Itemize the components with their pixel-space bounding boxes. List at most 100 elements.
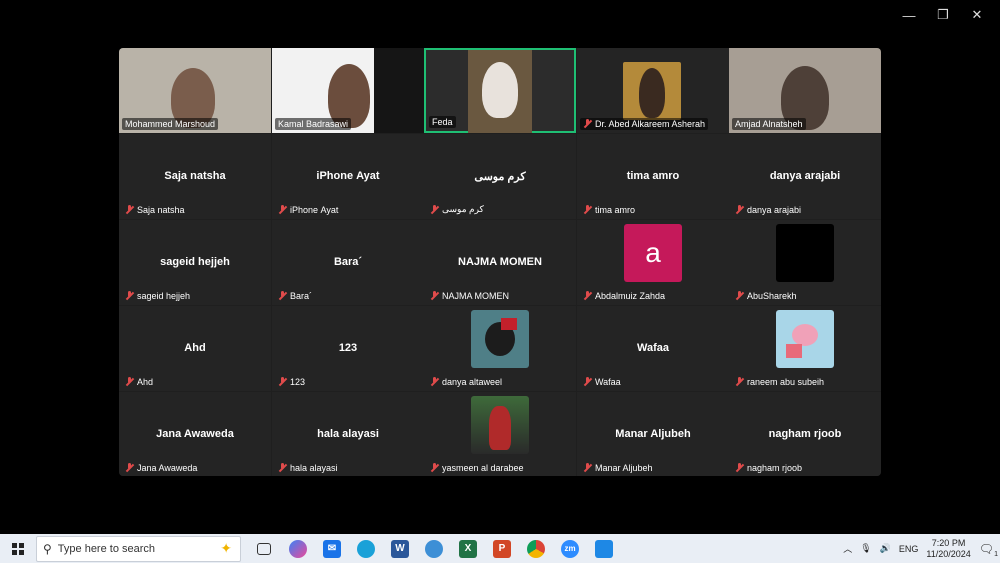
copilot-icon[interactable] — [283, 536, 313, 562]
participant-name-tag: yasmeen al darabee — [427, 462, 527, 474]
photos-icon[interactable] — [419, 536, 449, 562]
participant-display-name: Jana Awaweda — [119, 428, 271, 440]
participant-name-tag: hala alayasi — [275, 462, 341, 474]
taskbar: ⚲ Type here to search ✦ ✉ W X P zm ︿ 🎙 🔊… — [0, 534, 1000, 563]
zoom-icon[interactable]: zm — [555, 536, 585, 562]
mic-muted-icon — [125, 463, 134, 473]
taskbar-search[interactable]: ⚲ Type here to search ✦ — [36, 536, 241, 562]
clock[interactable]: 7:20 PM 11/20/2024 — [926, 538, 970, 560]
sparkle-icon: ✦ — [220, 540, 232, 557]
mic-muted-icon — [583, 119, 592, 129]
participant-tile[interactable]: Manar Aljubeh Manar Aljubeh — [577, 392, 729, 476]
taskbar-apps: ✉ W X P zm — [249, 536, 619, 562]
minimize-button[interactable]: — — [892, 4, 926, 26]
participant-tile[interactable]: tima amro tima amro — [577, 134, 729, 219]
participant-tile[interactable]: sageid hejjeh sageid hejjeh — [119, 220, 271, 305]
gallery-view: Mohammed Marshoud Kamal Badrasawi Feda D… — [119, 48, 881, 476]
participant-name-tag: NAJMA MOMEN — [427, 290, 512, 302]
task-view-icon[interactable] — [249, 536, 279, 562]
mic-muted-icon — [735, 205, 744, 215]
participant-name-tag: raneem abu subeih — [732, 376, 827, 388]
participant-tile[interactable]: hala alayasi hala alayasi — [272, 392, 424, 476]
participant-name-tag: AbuSharekh — [732, 290, 800, 302]
chrome-icon[interactable] — [521, 536, 551, 562]
participant-tile[interactable]: AbuSharekh — [729, 220, 881, 305]
participant-name-tag: Bara´ — [275, 290, 315, 302]
video-tile[interactable]: Amjad Alnatsheh — [729, 48, 881, 133]
participant-name-tag: Dr. Abed Alkareem Asherah — [580, 118, 708, 130]
video-tile[interactable]: Kamal Badrasawi — [272, 48, 424, 133]
close-button[interactable]: ✕ — [960, 4, 994, 26]
mic-muted-icon — [278, 205, 287, 215]
participant-name-tag: Wafaa — [580, 376, 624, 388]
word-icon[interactable]: W — [385, 536, 415, 562]
mic-muted-icon — [430, 291, 439, 301]
participant-display-name: Saja natsha — [119, 170, 271, 182]
speaker-icon[interactable]: 🔊 — [880, 543, 891, 554]
mic-muted-icon — [583, 291, 592, 301]
mic-muted-icon — [583, 205, 592, 215]
participant-name-tag: danya altaweel — [427, 376, 505, 388]
window-controls: — ❐ ✕ — [892, 4, 994, 26]
participant-name-tag: sageid hejjeh — [122, 290, 193, 302]
microphone-icon[interactable]: 🎙 — [860, 543, 871, 554]
video-tile[interactable]: Mohammed Marshoud — [119, 48, 271, 133]
clock-date: 11/20/2024 — [926, 549, 970, 560]
participant-tile[interactable]: raneem abu subeih — [729, 306, 881, 391]
participant-display-name: Manar Aljubeh — [577, 428, 729, 440]
photos-app-icon[interactable] — [589, 536, 619, 562]
participant-name-tag: Jana Awaweda — [122, 462, 200, 474]
language-indicator[interactable]: ENG — [899, 544, 919, 554]
participant-tile[interactable]: كرم موسى كرم موسى — [424, 134, 576, 219]
participant-name-tag: tima amro — [580, 204, 638, 216]
participant-tile[interactable]: NAJMA MOMEN NAJMA MOMEN — [424, 220, 576, 305]
video-tile[interactable]: Dr. Abed Alkareem Asherah — [577, 48, 729, 133]
participant-tile[interactable]: 123 123 — [272, 306, 424, 391]
participant-tile[interactable]: danya arajabi danya arajabi — [729, 134, 881, 219]
participant-display-name: iPhone Ayat — [272, 170, 424, 182]
mail-icon[interactable]: ✉ — [317, 536, 347, 562]
avatar — [471, 310, 529, 368]
avatar — [471, 396, 529, 454]
mic-muted-icon — [583, 377, 592, 387]
participant-name-tag: nagham rjoob — [732, 462, 805, 474]
participant-name-tag: Feda — [429, 116, 456, 128]
mic-muted-icon — [278, 463, 287, 473]
participant-name-tag: 123 — [275, 376, 308, 388]
participant-tile[interactable]: Bara´ Bara´ — [272, 220, 424, 305]
participant-display-name: Bara´ — [272, 256, 424, 268]
mic-muted-icon — [125, 291, 134, 301]
avatar: a — [624, 224, 682, 282]
windows-logo-icon — [12, 543, 24, 555]
excel-icon[interactable]: X — [453, 536, 483, 562]
powerpoint-icon[interactable]: P — [487, 536, 517, 562]
search-placeholder: Type here to search — [58, 543, 155, 555]
restore-button[interactable]: ❐ — [926, 4, 960, 26]
video-tile-active[interactable]: Feda — [424, 48, 576, 133]
participant-tile[interactable]: yasmeen al darabee — [424, 392, 576, 476]
participant-tile[interactable]: nagham rjoob nagham rjoob — [729, 392, 881, 476]
clock-time: 7:20 PM — [926, 538, 970, 549]
participant-display-name: tima amro — [577, 170, 729, 182]
participant-tile[interactable]: a Abdalmuiz Zahda — [577, 220, 729, 305]
participant-tile[interactable]: Jana Awaweda Jana Awaweda — [119, 392, 271, 476]
notification-icon[interactable]: 🗨 1 — [979, 542, 994, 556]
chevron-up-icon[interactable]: ︿ — [843, 542, 852, 555]
notification-badge: 1 — [994, 551, 998, 558]
participant-tile[interactable]: Ahd Ahd — [119, 306, 271, 391]
mic-muted-icon — [430, 463, 439, 473]
participant-name-tag: كرم موسى — [427, 203, 487, 216]
participant-tile[interactable]: danya altaweel — [424, 306, 576, 391]
avatar — [776, 224, 834, 282]
start-button[interactable] — [0, 534, 36, 563]
search-icon: ⚲ — [43, 542, 52, 556]
participant-display-name: 123 — [272, 342, 424, 354]
participant-tile[interactable]: Wafaa Wafaa — [577, 306, 729, 391]
edge-icon[interactable] — [351, 536, 381, 562]
participant-tile[interactable]: iPhone Ayat iPhone Ayat — [272, 134, 424, 219]
participant-tile[interactable]: Saja natsha Saja natsha — [119, 134, 271, 219]
participant-display-name: nagham rjoob — [729, 428, 881, 440]
participant-name-tag: danya arajabi — [732, 204, 804, 216]
mic-muted-icon — [278, 377, 287, 387]
mic-muted-icon — [735, 463, 744, 473]
